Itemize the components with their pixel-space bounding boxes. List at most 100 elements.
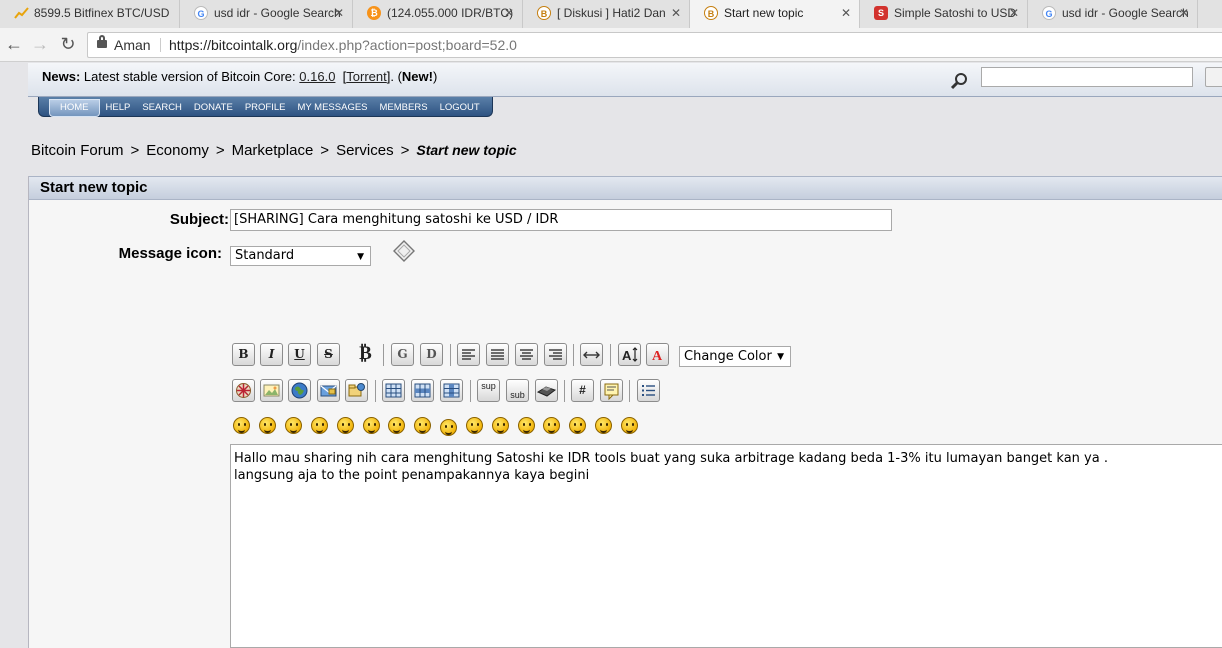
table-row-icon[interactable] [411, 379, 434, 402]
news-message: Latest stable version of Bitcoin Core: [83, 69, 296, 84]
code-button[interactable]: # [571, 379, 594, 402]
tab-label: (124.055.000 IDR/BTC) [387, 6, 514, 20]
table-icon[interactable] [382, 379, 405, 402]
image-icon[interactable] [260, 379, 283, 402]
dropdown-caret-icon: ▼ [357, 252, 364, 262]
svg-text:A: A [652, 349, 663, 364]
smiley-icon[interactable] [233, 417, 250, 434]
preformatted-icon[interactable] [486, 343, 509, 366]
browser-tab-5-active[interactable]: B Start new topic ✕ [690, 0, 860, 28]
sad-smiley-icon[interactable] [363, 417, 380, 434]
cool-smiley-icon[interactable] [414, 417, 431, 434]
menu-logout[interactable]: LOGOUT [434, 99, 486, 117]
tab-close-icon[interactable]: ✕ [671, 0, 681, 26]
tab-close-icon[interactable]: ✕ [1179, 0, 1189, 26]
secure-label: Aman [114, 37, 151, 53]
list-icon[interactable] [637, 379, 660, 402]
toolbar-separator [383, 344, 384, 366]
subject-input[interactable]: [SHARING] Cara menghitung satoshi ke USD… [230, 209, 892, 231]
address-bar[interactable]: Aman https://bitcointalk.org/index.php?a… [87, 32, 1222, 58]
google-favicon-icon: G [1042, 6, 1056, 20]
menu-donate[interactable]: DONATE [188, 99, 239, 117]
tab-close-icon[interactable]: ✕ [1009, 0, 1019, 26]
flash-icon[interactable] [232, 379, 255, 402]
hyperlink-icon[interactable] [288, 379, 311, 402]
menu-members[interactable]: MEMBERS [374, 99, 434, 117]
strike-button[interactable]: S [317, 343, 340, 366]
reload-icon[interactable]: ↻ [58, 34, 78, 54]
torrent-link[interactable]: Torrent [346, 69, 386, 84]
huh-smiley-icon[interactable] [440, 419, 457, 436]
toolbar-separator [564, 380, 565, 402]
rolleyes-smiley-icon[interactable] [466, 417, 483, 434]
subscript-button[interactable]: sub [506, 379, 529, 402]
breadcrumb-forum[interactable]: Bitcoin Forum [31, 142, 124, 159]
menu-home[interactable]: HOME [49, 99, 100, 117]
message-icon-select[interactable]: Standard ▼ [230, 246, 371, 266]
email-icon[interactable] [317, 379, 340, 402]
ftp-icon[interactable] [345, 379, 368, 402]
dropdown-caret-icon: ▼ [777, 352, 784, 362]
embarrassed-smiley-icon[interactable] [518, 417, 535, 434]
browser-tab-4[interactable]: B [ Diskusi ] Hati2 Dan ✕ [523, 0, 690, 28]
horizontal-rule-icon[interactable] [580, 343, 603, 366]
breadcrumb-separator: > [320, 142, 330, 159]
tab-close-icon[interactable]: ✕ [841, 0, 851, 26]
bold-button[interactable]: B [232, 343, 255, 366]
table-column-icon[interactable] [440, 379, 463, 402]
wink-smiley-icon[interactable] [259, 417, 276, 434]
angry-smiley-icon[interactable] [337, 417, 354, 434]
font-face-icon[interactable]: A [646, 343, 669, 366]
align-left-icon[interactable] [457, 343, 480, 366]
breadcrumb-current: Start new topic [416, 142, 517, 158]
tab-close-icon[interactable]: ✕ [334, 0, 344, 26]
kiss-smiley-icon[interactable] [595, 417, 612, 434]
align-right-icon[interactable] [544, 343, 567, 366]
change-color-select[interactable]: Change Color ▼ [679, 346, 791, 367]
browser-tab-2[interactable]: G usd idr - Google Search ✕ [180, 0, 353, 28]
subject-label: Subject: [169, 211, 229, 228]
bitcoin-button[interactable]: ₿ [354, 343, 377, 366]
breadcrumb-services[interactable]: Services [336, 142, 394, 159]
forward-arrow-icon[interactable]: → [30, 34, 50, 54]
url-path: /index.php?action=post;board=52.0 [297, 37, 517, 53]
breadcrumb-marketplace[interactable]: Marketplace [232, 142, 314, 159]
breadcrumb-economy[interactable]: Economy [146, 142, 209, 159]
browser-tab-6[interactable]: S Simple Satoshi to USD ✕ [860, 0, 1028, 28]
toolbar-separator [629, 380, 630, 402]
browser-tab-7[interactable]: G usd idr - Google Search ✕ [1028, 0, 1198, 28]
menu-search[interactable]: SEARCH [136, 99, 188, 117]
breadcrumb-separator: > [215, 142, 225, 159]
menu-help[interactable]: HELP [100, 99, 137, 117]
grin-smiley-icon[interactable] [311, 417, 328, 434]
undecided-smiley-icon[interactable] [569, 417, 586, 434]
italic-button[interactable]: I [260, 343, 283, 366]
font-size-icon[interactable]: A [618, 343, 641, 366]
back-arrow-icon[interactable]: ← [4, 34, 24, 54]
tab-close-icon[interactable]: ✕ [504, 0, 514, 26]
browser-tab-3[interactable]: ₿ (124.055.000 IDR/BTC) ✕ [353, 0, 523, 28]
search-button[interactable] [1205, 67, 1222, 87]
version-link[interactable]: 0.16.0 [299, 69, 335, 84]
tab-label: Simple Satoshi to USD [894, 6, 1017, 20]
underline-button[interactable]: U [288, 343, 311, 366]
shocked-smiley-icon[interactable] [388, 417, 405, 434]
search-icon[interactable] [950, 72, 968, 90]
message-textarea[interactable]: Hallo mau sharing nih cara menghitung Sa… [230, 444, 1222, 648]
menu-my-messages[interactable]: MY MESSAGES [291, 99, 373, 117]
browser-tab-1[interactable]: 8599.5 Bitfinex BTC/USD [0, 0, 180, 28]
teletype-icon[interactable] [535, 379, 558, 402]
cry-smiley-icon[interactable] [621, 417, 638, 434]
glow-button[interactable]: G [391, 343, 414, 366]
lipsrsealed-smiley-icon[interactable] [543, 417, 560, 434]
tongue-smiley-icon[interactable] [492, 417, 509, 434]
align-center-icon[interactable] [515, 343, 538, 366]
superscript-button[interactable]: sup [477, 379, 500, 402]
menu-profile[interactable]: PROFILE [239, 99, 292, 117]
shadow-button[interactable]: D [420, 343, 443, 366]
quote-icon[interactable] [600, 379, 623, 402]
google-favicon-icon: G [194, 6, 208, 20]
forum-favicon-icon: B [537, 6, 551, 20]
cheesy-smiley-icon[interactable] [285, 417, 302, 434]
search-input[interactable] [981, 67, 1193, 87]
